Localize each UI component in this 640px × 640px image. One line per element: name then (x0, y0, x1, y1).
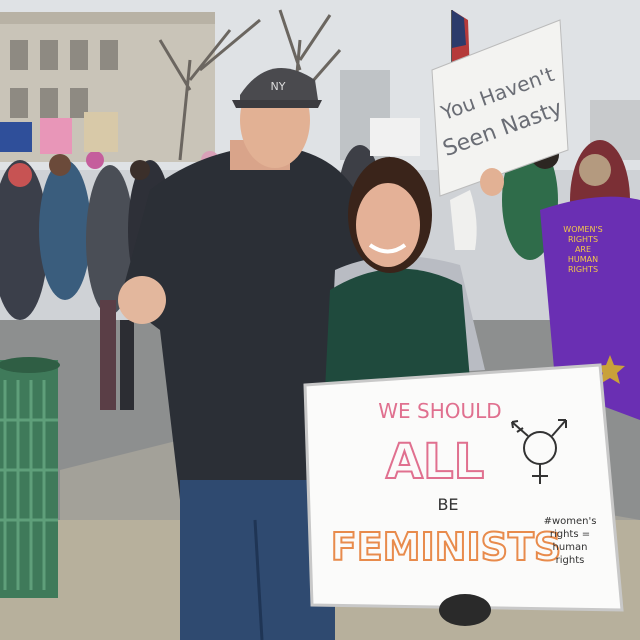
background-sign-white (370, 118, 420, 156)
main-sign: WE SHOULD ALL BE FEMINISTS #women's righ… (303, 363, 624, 612)
green-vest (325, 268, 470, 390)
woman-hand (439, 594, 491, 626)
main-sign-hashtag-1: #women's (544, 516, 597, 527)
main-sign-all: ALL (386, 434, 484, 490)
background-sign-pink (40, 118, 72, 154)
cape-text-3: ARE (575, 245, 591, 254)
main-sign-be: BE (437, 495, 458, 514)
cape-text-1: WOMEN'S (563, 225, 602, 234)
cape-text-2: RIGHTS (568, 235, 598, 244)
main-sign-hashtag-3: human (553, 542, 588, 553)
background-sign-blue (0, 122, 32, 152)
main-sign-feminists: FEMINISTS (331, 525, 561, 569)
background-sign-tan (84, 112, 118, 152)
cape-text-5: RIGHTS (568, 265, 598, 274)
woman-face (356, 183, 420, 267)
trash-can (0, 357, 60, 598)
hand-holding-sign (480, 168, 504, 196)
raised-fist (118, 276, 166, 324)
main-sign-hashtag-2: rights = (550, 529, 590, 540)
protest-photo: NY WOMEN'S RIGHTS ARE HUMAN RIGHTS You H… (0, 0, 640, 640)
cape-text-4: HUMAN (568, 255, 598, 264)
photo-canvas: NY WOMEN'S RIGHTS ARE HUMAN RIGHTS You H… (0, 0, 640, 640)
cap-logo: NY (271, 80, 286, 93)
main-sign-we-should: WE SHOULD (378, 399, 501, 423)
main-sign-hashtag-4: rights (556, 555, 585, 566)
